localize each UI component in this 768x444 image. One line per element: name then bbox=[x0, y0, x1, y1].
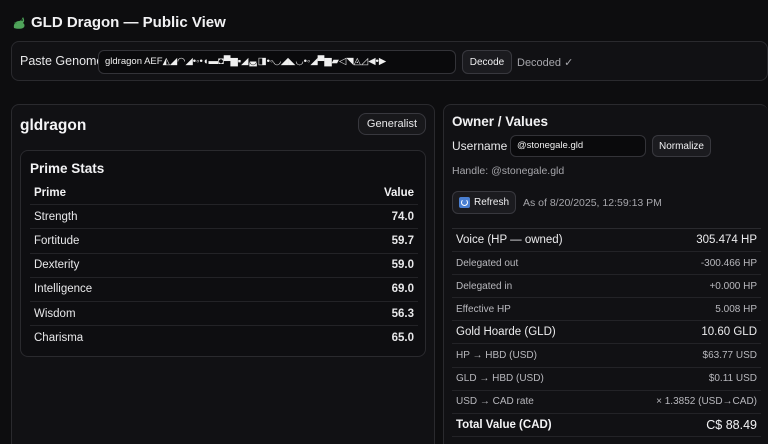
value-amount: C$ 88.49 bbox=[706, 417, 757, 432]
value-label: Effective HP bbox=[456, 303, 511, 315]
value-amount: +0.000 HP bbox=[709, 280, 757, 292]
values-table: Voice (HP — owned) 305.474 HP Delegated ou… bbox=[452, 228, 761, 437]
stat-value: 65.0 bbox=[391, 332, 414, 345]
value-amount: 5.008 HP bbox=[715, 303, 757, 315]
owner-panel: Owner / Values Username @stonegale.gld N… bbox=[443, 104, 768, 444]
value-amount: 305.474 HP bbox=[696, 234, 757, 247]
stat-row: Wisdom 56.3 bbox=[30, 302, 418, 327]
page-title: GLD Dragon — Public View bbox=[11, 14, 226, 31]
genome-input[interactable]: gldragon AEF◭◢◠◢•◦•◖▬◘▀▆▪◢◛◨•◦◟◞◢◣◡•◦◢▀▆… bbox=[98, 50, 456, 74]
stat-value: 59.7 bbox=[391, 234, 414, 247]
value-row: GLD → HBD (USD) $0.11 USD bbox=[452, 368, 761, 391]
dragon-icon bbox=[13, 16, 25, 29]
stat-name: Dexterity bbox=[34, 259, 80, 272]
stat-name: Charisma bbox=[34, 332, 84, 345]
col-prime-header: Prime bbox=[34, 186, 66, 199]
value-amount: $63.77 USD bbox=[702, 350, 757, 362]
value-row: USD → CAD rate × 1.3852 (USD→CAD) bbox=[452, 391, 761, 414]
value-row: Delegated out -300.466 HP bbox=[452, 252, 761, 276]
value-amount: $0.11 USD bbox=[708, 373, 757, 385]
value-row: Total Value (CAD) C$ 88.49 bbox=[452, 414, 761, 437]
decoded-status: Decoded ✓ bbox=[517, 57, 574, 69]
prime-stats-box: Prime Stats Prime Value Strength 74.0 Fo… bbox=[20, 150, 426, 357]
value-row: Gold Hoarde (GLD) 10.60 GLD bbox=[452, 321, 761, 345]
username-label: Username bbox=[452, 139, 508, 153]
handle-text: Handle: @stonegale.gld bbox=[452, 165, 565, 177]
stat-name: Strength bbox=[34, 210, 78, 223]
dragon-name: gldragon bbox=[20, 117, 87, 134]
value-amount: 10.60 GLD bbox=[701, 326, 757, 339]
stat-name: Fortitude bbox=[34, 234, 80, 247]
stat-name: Wisdom bbox=[34, 307, 76, 320]
value-row: Effective HP 5.008 HP bbox=[452, 298, 761, 322]
prime-stats-title: Prime Stats bbox=[30, 161, 105, 176]
col-value-header: Value bbox=[383, 186, 414, 199]
value-row: Voice (HP — owned) 305.474 HP bbox=[452, 229, 761, 253]
value-label: Gold Hoarde (GLD) bbox=[456, 326, 556, 339]
refresh-label: Refresh bbox=[473, 197, 509, 208]
normalize-button[interactable]: Normalize bbox=[652, 135, 711, 157]
value-row: Delegated in +0.000 HP bbox=[452, 275, 761, 299]
value-row: HP → HBD (USD) $63.77 USD bbox=[452, 344, 761, 368]
value-label: USD → CAD rate bbox=[456, 396, 534, 408]
stat-row: Strength 74.0 bbox=[30, 205, 418, 230]
dragon-panel: gldragon Generalist Prime Stats Prime Va… bbox=[11, 104, 435, 444]
as-of-timestamp: As of 8/20/2025, 12:59:13 PM bbox=[523, 197, 662, 209]
stat-row: Charisma 65.0 bbox=[30, 326, 418, 350]
value-label: HP → HBD (USD) bbox=[456, 350, 537, 362]
value-label: GLD → HBD (USD) bbox=[456, 373, 544, 385]
refresh-icon bbox=[458, 197, 470, 208]
value-label: Delegated in bbox=[456, 280, 513, 292]
value-label: Delegated out bbox=[456, 257, 519, 269]
stats-header-row: Prime Value bbox=[30, 181, 418, 206]
value-label: Total Value (CAD) bbox=[456, 418, 552, 431]
value-amount: -300.466 HP bbox=[700, 257, 757, 269]
stat-value: 74.0 bbox=[391, 210, 414, 223]
genome-label: Paste Genome bbox=[20, 54, 104, 68]
decode-button[interactable]: Decode bbox=[462, 50, 512, 74]
owner-title: Owner / Values bbox=[452, 114, 549, 129]
prime-stats-table: Prime Value Strength 74.0 Fortitude 59.7… bbox=[30, 181, 418, 350]
stat-name: Intelligence bbox=[34, 283, 93, 296]
stat-row: Intelligence 69.0 bbox=[30, 278, 418, 302]
stat-row: Dexterity 59.0 bbox=[30, 254, 418, 278]
stat-value: 56.3 bbox=[391, 307, 414, 320]
value-label: Voice (HP — owned) bbox=[456, 234, 563, 247]
refresh-button[interactable]: Refresh bbox=[452, 191, 516, 214]
genome-bar: Paste Genome gldragon AEF◭◢◠◢•◦•◖▬◘▀▆▪◢◛… bbox=[11, 41, 768, 81]
stat-value: 69.0 bbox=[391, 283, 414, 296]
value-amount: × 1.3852 (USD→CAD) bbox=[656, 396, 757, 408]
username-input[interactable]: @stonegale.gld bbox=[510, 135, 646, 157]
page-title-text: GLD Dragon — Public View bbox=[31, 14, 226, 31]
stat-row: Fortitude 59.7 bbox=[30, 229, 418, 254]
class-badge: Generalist bbox=[358, 113, 426, 135]
stat-value: 59.0 bbox=[391, 259, 414, 272]
